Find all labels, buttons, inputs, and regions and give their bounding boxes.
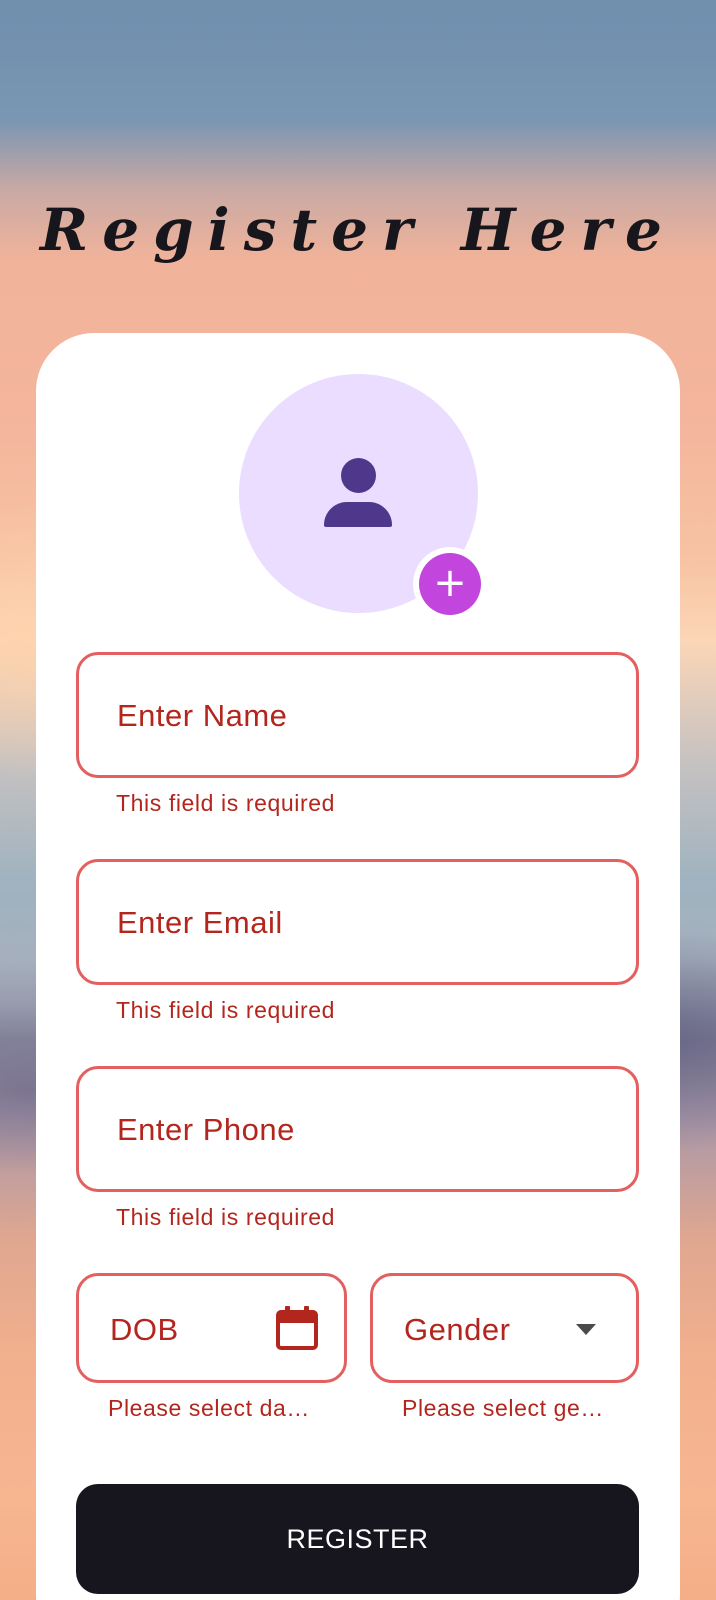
plus-icon[interactable]: + [419, 553, 481, 615]
email-field[interactable]: Enter Email [76, 859, 639, 985]
email-field-label: Enter Email [117, 905, 283, 940]
dob-error-text: Please select da… [108, 1395, 310, 1421]
phone-error-text: This field is required [116, 1204, 336, 1230]
email-error-text: This field is required [116, 997, 336, 1023]
phone-field[interactable]: Enter Phone [76, 1066, 639, 1192]
name-field-label: Enter Name [117, 698, 288, 733]
gender-error-text: Please select ge… [402, 1395, 604, 1421]
dob-field[interactable]: DOB [76, 1273, 347, 1383]
register-button[interactable]: REGISTER [76, 1484, 639, 1594]
person-icon-body [324, 502, 392, 527]
person-icon [341, 458, 376, 493]
dropdown-arrow-icon[interactable] [576, 1324, 596, 1336]
gender-dropdown-label: Gender [404, 1312, 511, 1347]
name-field[interactable]: Enter Name [76, 652, 639, 778]
dob-field-label: DOB [110, 1312, 179, 1347]
page-title: Register Here [40, 196, 676, 264]
add-photo-button[interactable]: + [413, 547, 487, 621]
calendar-icon[interactable] [276, 1306, 318, 1350]
name-error-text: This field is required [116, 790, 336, 816]
phone-field-label: Enter Phone [117, 1112, 295, 1147]
gender-dropdown[interactable]: Gender [370, 1273, 639, 1383]
